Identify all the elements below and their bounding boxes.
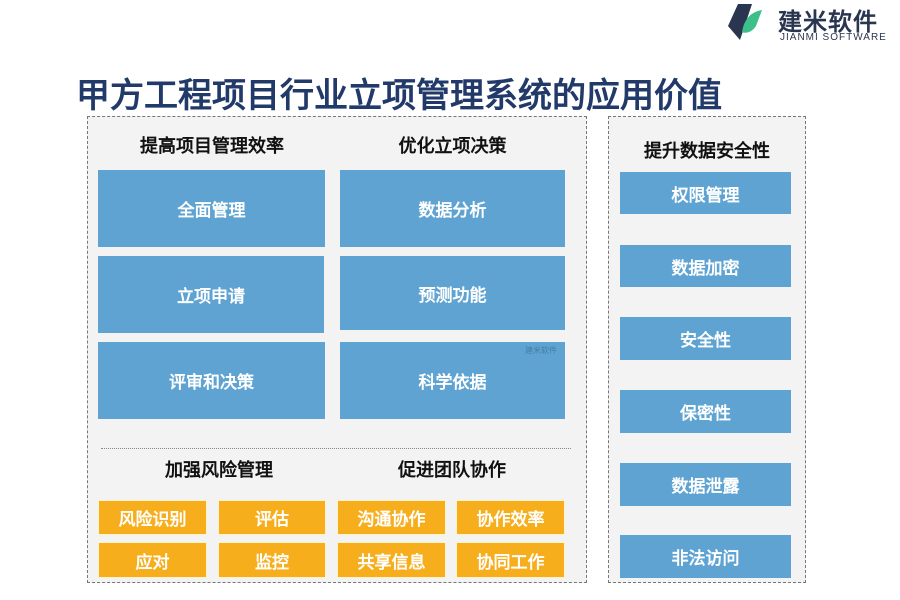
security-item: 数据泄露 <box>620 463 791 506</box>
efficiency-item: 立项申请 <box>98 256 324 333</box>
efficiency-item: 评审和决策 <box>98 342 325 419</box>
efficiency-item: 全面管理 <box>98 170 325 247</box>
section-title-risk: 加强风险管理 <box>165 460 273 481</box>
security-item: 非法访问 <box>620 535 791 578</box>
section-title-efficiency: 提高项目管理效率 <box>140 136 284 157</box>
logo-name-en: JIANMI SOFTWARE <box>780 32 887 43</box>
risk-item: 风险识别 <box>98 500 207 535</box>
section-divider <box>101 448 571 449</box>
watermark: 建米软件 <box>525 346 557 355</box>
security-item: 数据加密 <box>620 245 791 287</box>
team-item: 协同工作 <box>456 542 565 578</box>
risk-item: 监控 <box>218 542 326 578</box>
risk-item: 评估 <box>218 500 326 535</box>
decision-item: 预测功能 <box>340 256 565 330</box>
team-item: 共享信息 <box>337 542 446 578</box>
section-title-decision: 优化立项决策 <box>398 136 507 157</box>
page-title: 甲方工程项目行业立项管理系统的应用价值 <box>76 76 722 116</box>
security-item: 安全性 <box>620 317 791 360</box>
jianmi-logo-icon <box>728 4 762 40</box>
section-title-security: 提升数据安全性 <box>644 141 770 162</box>
decision-item: 数据分析 <box>340 170 565 247</box>
team-item: 协作效率 <box>456 500 565 535</box>
team-item: 沟通协作 <box>337 500 446 535</box>
risk-item: 应对 <box>98 542 207 578</box>
section-title-team: 促进团队协作 <box>398 460 506 481</box>
security-item: 权限管理 <box>620 172 791 214</box>
security-item: 保密性 <box>620 390 791 433</box>
brand-logo: 建米软件 JIANMI SOFTWARE <box>726 2 900 46</box>
